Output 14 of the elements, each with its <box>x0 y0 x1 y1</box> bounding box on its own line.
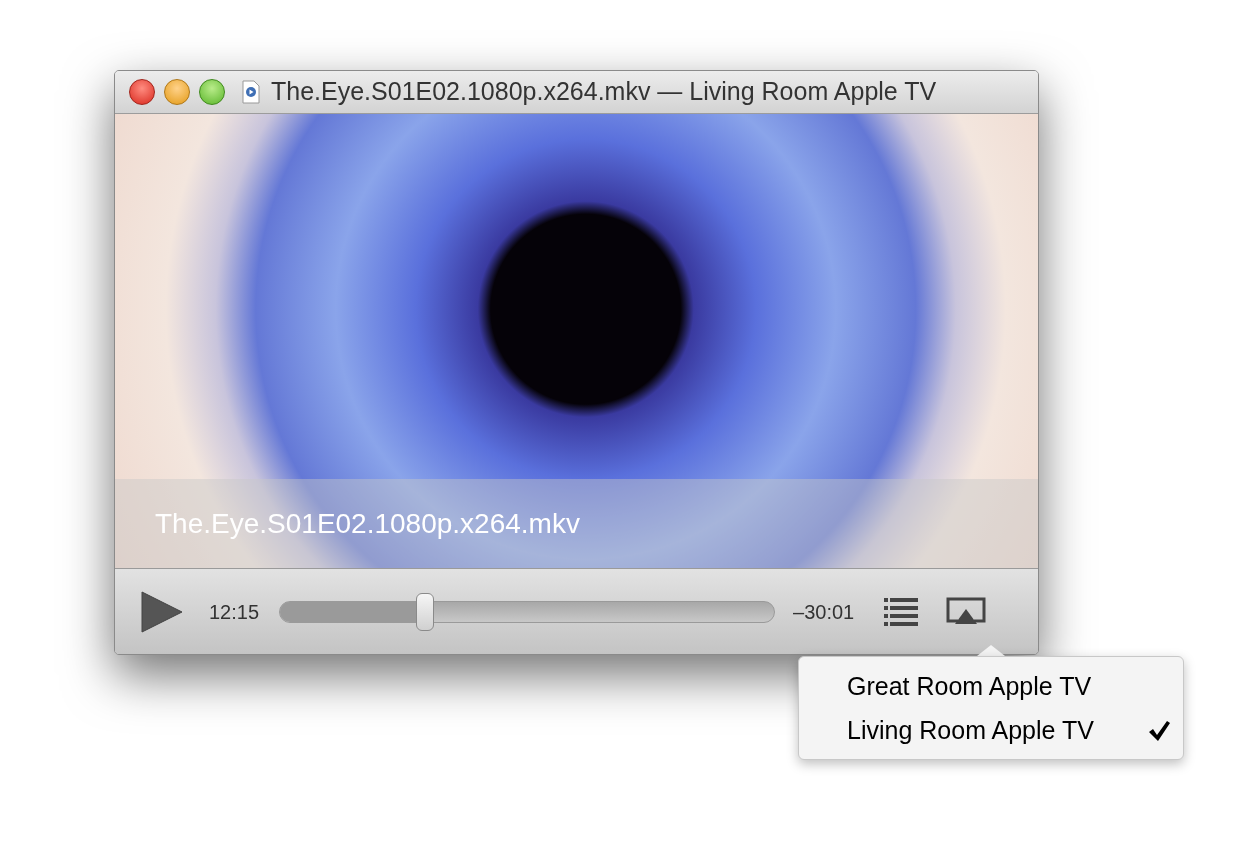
window-title: The.Eye.S01E02.1080p.x264.mkv — Living Room Apple TV <box>271 76 937 108</box>
zoom-button[interactable] <box>199 79 225 105</box>
progress-thumb[interactable] <box>416 592 435 631</box>
video-file-icon <box>242 80 260 104</box>
menu-item[interactable]: Living Room Apple TV <box>799 709 1183 753</box>
play-button[interactable] <box>140 589 184 634</box>
menu-item[interactable]: Great Room Apple TV <box>799 665 1183 709</box>
progress-slider[interactable] <box>279 592 776 631</box>
playlist-button[interactable] <box>884 596 919 627</box>
remaining-time: –30:01 <box>793 599 855 625</box>
airplay-button[interactable] <box>946 596 987 627</box>
minimize-button[interactable] <box>164 79 190 105</box>
close-button[interactable] <box>129 79 155 105</box>
elapsed-time: 12:15 <box>209 599 260 625</box>
